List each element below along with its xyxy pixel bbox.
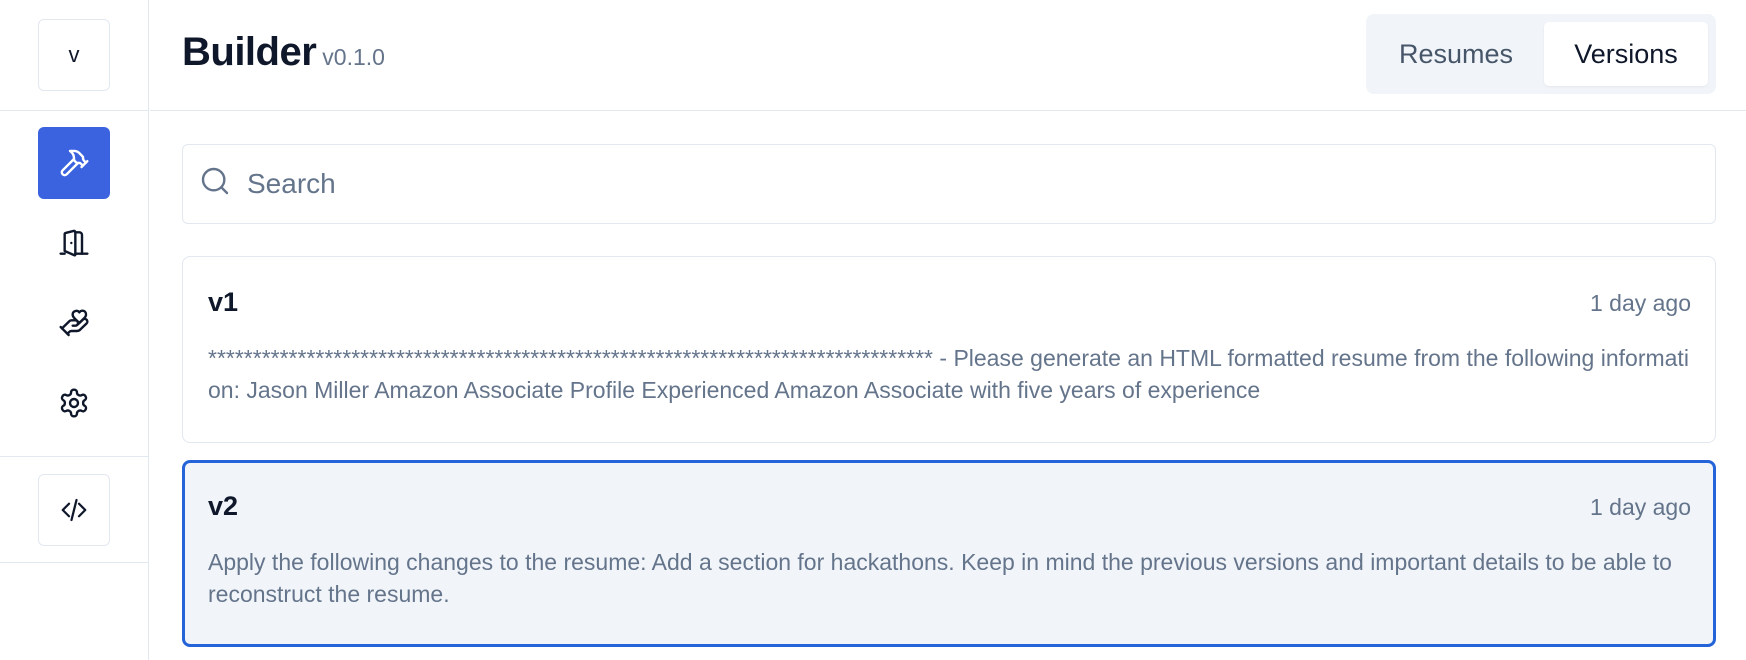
version-title: v1 xyxy=(208,287,239,317)
search-input[interactable] xyxy=(247,145,1697,223)
version-card-header: v2 1 day ago xyxy=(208,491,1691,522)
tab-resumes[interactable]: Resumes xyxy=(1374,22,1538,86)
version-timestamp: 1 day ago xyxy=(1589,494,1691,520)
nav-hand-heart-button[interactable] xyxy=(38,287,110,359)
app-version: v0.1.0 xyxy=(322,44,385,70)
version-title: v2 xyxy=(208,491,239,521)
tab-versions[interactable]: Versions xyxy=(1544,22,1708,86)
page-title-text: Builder xyxy=(182,30,317,74)
sidebar-header: v xyxy=(0,0,148,111)
version-description: ****************************************… xyxy=(208,345,1689,403)
hammer-icon xyxy=(60,149,89,177)
page-header: Builder v0.1.0 Resumes Versions xyxy=(150,0,1746,111)
avatar-button[interactable]: v xyxy=(38,19,110,91)
gear-icon xyxy=(60,388,88,418)
nav-settings-button[interactable] xyxy=(38,367,110,439)
version-card-v2[interactable]: v2 1 day ago Apply the following changes… xyxy=(182,460,1716,647)
search-icon xyxy=(201,167,229,195)
avatar-letter: v xyxy=(68,42,80,67)
search-box xyxy=(182,144,1716,224)
version-card-header: v1 1 day ago xyxy=(208,287,1691,318)
nav-builder-button[interactable] xyxy=(38,127,110,199)
app-window: v Builder v0.1.0 Resumes Versions Search… xyxy=(0,0,1746,660)
code-button[interactable] xyxy=(38,473,110,546)
page-title: Builder v0.1.0 xyxy=(182,30,385,75)
hand-heart-icon xyxy=(59,309,89,337)
code-icon xyxy=(61,498,87,521)
version-card-v1[interactable]: v1 1 day ago ***************************… xyxy=(182,256,1716,443)
sidebar: v xyxy=(0,0,149,660)
sidebar-footer xyxy=(0,457,148,563)
sidebar-nav xyxy=(0,111,148,457)
version-timestamp: 1 day ago xyxy=(1589,290,1691,316)
version-description: Apply the following changes to the resum… xyxy=(208,549,1672,607)
nav-exit-button[interactable] xyxy=(38,207,110,279)
view-tabs: Resumes Versions xyxy=(1366,14,1716,94)
door-icon xyxy=(59,229,89,257)
